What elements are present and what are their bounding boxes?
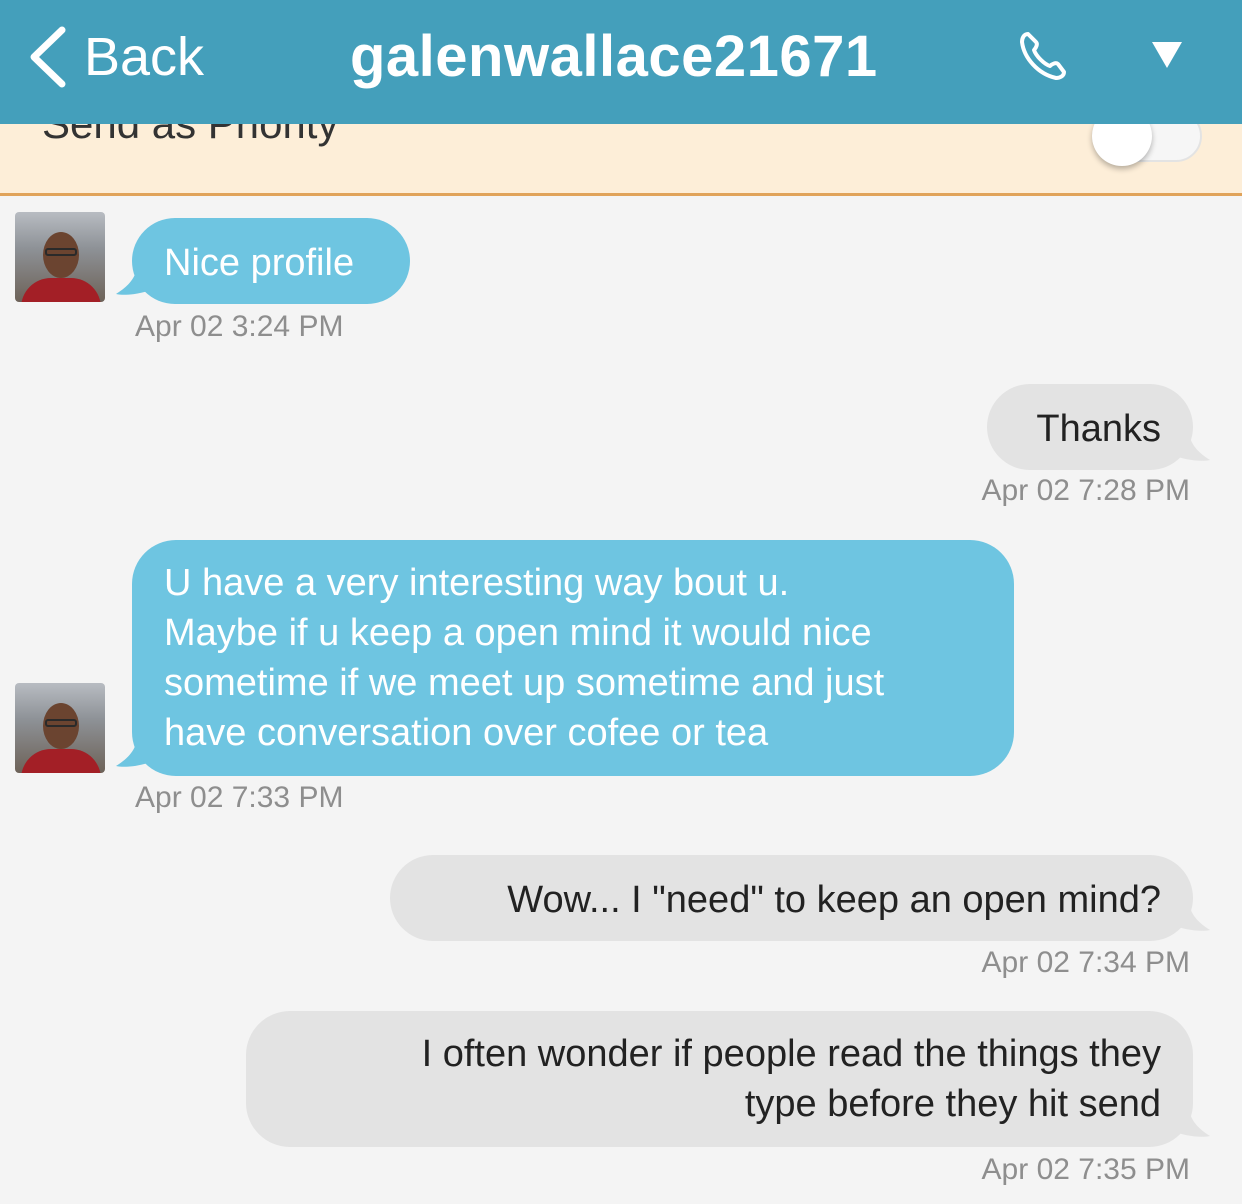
- avatar-shirt: [21, 278, 101, 302]
- message-bubble-incoming[interactable]: Nice profile: [132, 218, 410, 304]
- conversation-title: galenwallace21671: [350, 24, 878, 89]
- send-as-priority-row: Send as Priority: [0, 124, 1242, 196]
- avatar[interactable]: [15, 212, 105, 302]
- phone-icon[interactable]: [1014, 28, 1070, 84]
- avatar-shirt: [21, 749, 101, 773]
- message-bubble-outgoing[interactable]: Thanks: [987, 384, 1193, 470]
- back-label: Back: [84, 27, 205, 87]
- chevron-left-icon: [30, 26, 66, 88]
- message-timestamp: Apr 02 7:33 PM: [135, 781, 344, 814]
- priority-toggle[interactable]: [1092, 124, 1202, 166]
- message-timestamp: Apr 02 7:28 PM: [981, 474, 1190, 507]
- toggle-knob: [1092, 124, 1152, 166]
- avatar-glasses: [45, 719, 77, 727]
- avatar-glasses: [45, 248, 77, 256]
- message-bubble-outgoing[interactable]: I often wonder if people read the things…: [246, 1011, 1193, 1147]
- avatar[interactable]: [15, 683, 105, 773]
- message-timestamp: Apr 02 7:34 PM: [981, 946, 1190, 979]
- message-bubble-outgoing[interactable]: Wow... I "need" to keep an open mind?: [390, 855, 1193, 941]
- nav-bar: Back galenwallace21671: [0, 0, 1242, 124]
- message-timestamp: Apr 02 7:35 PM: [981, 1153, 1190, 1186]
- back-button[interactable]: Back: [26, 22, 204, 92]
- dropdown-triangle-icon[interactable]: [1150, 40, 1184, 70]
- send-as-priority-label: Send as Priority: [42, 124, 338, 148]
- message-bubble-incoming[interactable]: U have a very interesting way bout u. Ma…: [132, 540, 1014, 776]
- message-timestamp: Apr 02 3:24 PM: [135, 310, 344, 343]
